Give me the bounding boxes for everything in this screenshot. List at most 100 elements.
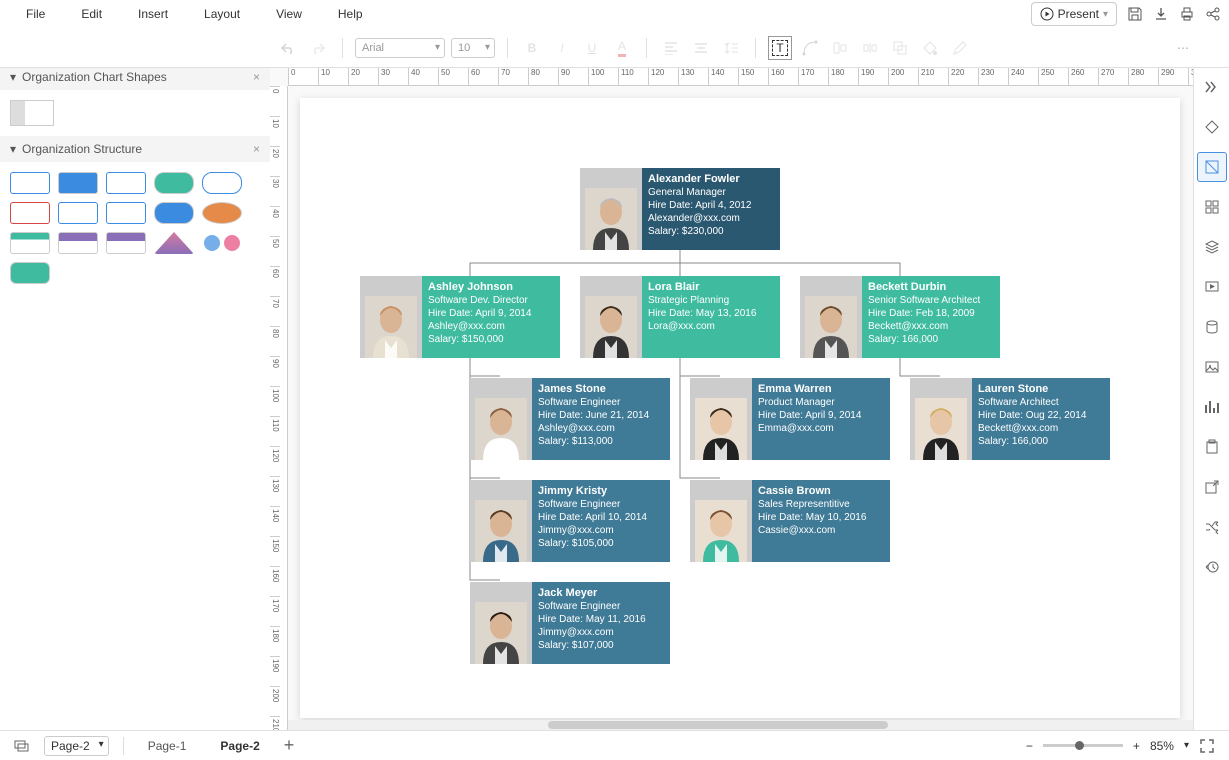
font-color-button[interactable]: A <box>610 36 634 60</box>
node-info: Jack MeyerSoftware EngineerHire Date: Ma… <box>532 582 670 664</box>
menu-edit[interactable]: Edit <box>63 1 120 27</box>
history-icon[interactable] <box>1201 556 1223 578</box>
print-icon[interactable] <box>1179 6 1195 22</box>
avatar <box>800 276 862 358</box>
italic-button[interactable]: I <box>550 36 574 60</box>
menu-insert[interactable]: Insert <box>120 1 186 27</box>
node-detail: Salary: $107,000 <box>538 639 664 652</box>
bold-button[interactable]: B <box>520 36 544 60</box>
connector-button[interactable] <box>798 36 822 60</box>
image-icon[interactable] <box>1201 356 1223 378</box>
pages-icon[interactable] <box>14 739 30 753</box>
shape-box5[interactable] <box>106 202 146 224</box>
slide-icon[interactable] <box>1201 276 1223 298</box>
org-node[interactable]: Jack MeyerSoftware EngineerHire Date: Ma… <box>470 582 670 664</box>
line-spacing-button[interactable] <box>719 36 743 60</box>
node-detail: Hire Date: May 13, 2016 <box>648 307 774 320</box>
menu-help[interactable]: Help <box>320 1 381 27</box>
layers-icon[interactable] <box>1201 236 1223 258</box>
align-vert-button[interactable] <box>689 36 713 60</box>
page-select[interactable]: Page-2 <box>44 736 109 756</box>
drawing-page[interactable]: Alexander FowlerGeneral ManagerHire Date… <box>300 98 1180 718</box>
node-detail: Software Architect <box>978 396 1104 409</box>
node-detail: Alexander@xxx.com <box>648 212 774 225</box>
database-icon[interactable] <box>1201 316 1223 338</box>
node-detail: Hire Date: April 9, 2014 <box>428 307 554 320</box>
clipboard-icon[interactable] <box>1201 436 1223 458</box>
fill-button[interactable] <box>918 36 942 60</box>
download-icon[interactable] <box>1153 6 1169 22</box>
shape-properties-icon[interactable] <box>1201 156 1223 178</box>
shape-box-outline[interactable] <box>10 172 50 194</box>
accordion-org-structure[interactable]: ▾ Organization Structure × <box>0 136 270 162</box>
shape-venn[interactable] <box>202 232 242 254</box>
size-select[interactable]: 10 <box>451 38 495 58</box>
org-node[interactable]: Beckett DurbinSenior Software ArchitectH… <box>800 276 1000 358</box>
org-node[interactable]: Alexander FowlerGeneral ManagerHire Date… <box>580 168 780 250</box>
redo-button[interactable] <box>306 36 330 60</box>
shape-table-purple[interactable] <box>58 232 98 254</box>
group-button[interactable] <box>888 36 912 60</box>
shape-pill-green[interactable] <box>154 172 194 194</box>
shape-table-green[interactable] <box>10 232 50 254</box>
play-icon <box>1040 7 1054 21</box>
close-icon[interactable]: × <box>253 142 260 156</box>
fullscreen-icon[interactable] <box>1199 738 1215 754</box>
font-select[interactable]: Arial <box>355 38 445 58</box>
pen-button[interactable] <box>948 36 972 60</box>
undo-button[interactable] <box>276 36 300 60</box>
org-node[interactable]: Cassie BrownSales RepresentitiveHire Dat… <box>690 480 890 562</box>
shape-box-outline2[interactable] <box>106 172 146 194</box>
text-tool-button[interactable]: T <box>768 36 792 60</box>
share-icon[interactable] <box>1205 6 1221 22</box>
shape-quad[interactable] <box>10 262 50 284</box>
node-name: Lauren Stone <box>978 382 1104 396</box>
node-detail: Ashley@xxx.com <box>538 422 664 435</box>
canvas[interactable]: 0102030405060708090100110120130140150160… <box>270 68 1193 730</box>
present-button[interactable]: Present ▾ <box>1031 2 1117 26</box>
tab-page2[interactable]: Page-2 <box>210 735 269 757</box>
menu-layout[interactable]: Layout <box>186 1 258 27</box>
zoom-value[interactable]: 85% <box>1150 739 1174 753</box>
chart-icon[interactable] <box>1201 396 1223 418</box>
org-node[interactable]: Lauren StoneSoftware ArchitectHire Date:… <box>910 378 1110 460</box>
expand-panel-icon[interactable] <box>1201 76 1223 98</box>
menu-view[interactable]: View <box>258 1 320 27</box>
underline-button[interactable]: U <box>580 36 604 60</box>
shape-pill-blue[interactable] <box>154 202 194 224</box>
shape-box-red[interactable] <box>10 202 50 224</box>
align-left-button[interactable] <box>659 36 683 60</box>
org-node[interactable]: Emma WarrenProduct ManagerHire Date: Apr… <box>690 378 890 460</box>
more-button[interactable]: ⋯ <box>1171 36 1195 60</box>
distribute-button[interactable] <box>858 36 882 60</box>
save-icon[interactable] <box>1127 6 1143 22</box>
status-bar: Page-2 Page-1 Page-2 + − + 85% ▾ <box>0 730 1229 760</box>
zoom-in-button[interactable]: + <box>1133 739 1140 753</box>
zoom-out-button[interactable]: − <box>1026 739 1033 753</box>
export-icon[interactable] <box>1201 476 1223 498</box>
shape-box-blue[interactable] <box>58 172 98 194</box>
shape-box4[interactable] <box>58 202 98 224</box>
shape-org-card[interactable] <box>10 100 54 126</box>
add-page-button[interactable]: + <box>284 735 295 756</box>
org-node[interactable]: Jimmy KristySoftware EngineerHire Date: … <box>470 480 670 562</box>
align-objects-button[interactable] <box>828 36 852 60</box>
close-icon[interactable]: × <box>253 70 260 84</box>
horizontal-scrollbar[interactable] <box>288 720 1193 730</box>
node-info: Cassie BrownSales RepresentitiveHire Dat… <box>752 480 890 562</box>
shuffle-icon[interactable] <box>1201 516 1223 538</box>
menu-file[interactable]: File <box>8 1 63 27</box>
shape-pill-outline[interactable] <box>202 172 242 194</box>
node-detail: General Manager <box>648 186 774 199</box>
org-node[interactable]: Ashley JohnsonSoftware Dev. DirectorHire… <box>360 276 560 358</box>
shape-table2[interactable] <box>106 232 146 254</box>
shape-oval-orange[interactable] <box>202 202 242 224</box>
tab-page1[interactable]: Page-1 <box>138 735 197 757</box>
paint-bucket-icon[interactable] <box>1201 116 1223 138</box>
org-node[interactable]: Lora BlairStrategic PlanningHire Date: M… <box>580 276 780 358</box>
node-info: Emma WarrenProduct ManagerHire Date: Apr… <box>752 378 890 460</box>
zoom-slider[interactable] <box>1043 744 1123 747</box>
grid-icon[interactable] <box>1201 196 1223 218</box>
org-node[interactable]: James StoneSoftware EngineerHire Date: J… <box>470 378 670 460</box>
shape-triangle[interactable] <box>154 232 194 254</box>
